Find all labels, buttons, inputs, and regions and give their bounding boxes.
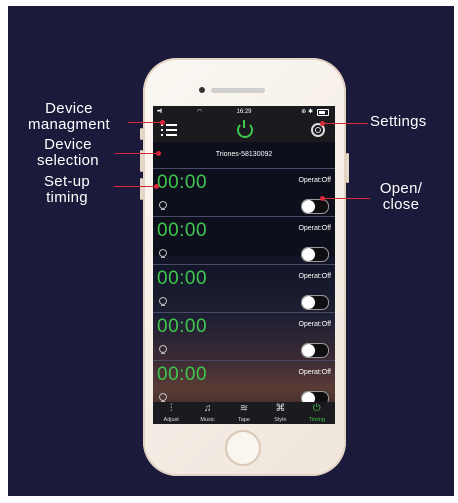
mute-switch (140, 128, 143, 140)
timer-row[interactable]: 00:00 Operat:Off (153, 360, 335, 408)
label-line: timing (46, 189, 88, 206)
label-line: Open/ (379, 180, 423, 197)
open-close-toggle[interactable] (301, 343, 329, 358)
timer-operation: Operat:Off (298, 273, 331, 280)
style-icon: ⌘ (275, 403, 286, 414)
battery-icon (317, 109, 329, 116)
label-line: managment (28, 116, 110, 133)
tab-adjust[interactable]: ⫶ Adjust (153, 402, 189, 424)
tab-style[interactable]: ⌘ Style (262, 402, 298, 424)
toggle-knob (302, 344, 315, 357)
tab-label: Tape (238, 417, 250, 423)
open-close-toggle[interactable] (301, 295, 329, 310)
timer-operation: Operat:Off (298, 369, 331, 376)
toggle-knob (302, 200, 315, 213)
bulb-icon (159, 249, 167, 259)
power-icon[interactable] (237, 120, 253, 138)
status-bar: •••ll ◠ 16:29 ⊕ ✱ (153, 106, 335, 118)
device-management-label: Device managment (8, 101, 130, 133)
timer-row[interactable]: 00:00 Operat:Off (153, 216, 335, 264)
front-camera (199, 87, 205, 93)
background-panel: •••ll ◠ 16:29 ⊕ ✱ Triones-58130092 00:00… (8, 6, 454, 496)
device-name: Triones-58130092 (215, 151, 273, 158)
pointer-line (128, 122, 164, 123)
pointer-dot (160, 120, 165, 125)
volume-down-button (140, 178, 143, 200)
label-line: Device (44, 136, 92, 153)
device-selection-label: Device selection (18, 137, 118, 169)
pointer-dot (156, 151, 161, 156)
toggle-knob (302, 248, 315, 261)
timer-operation: Operat:Off (298, 177, 331, 184)
tape-icon: ≋ (239, 403, 249, 414)
music-icon: ♫ (203, 403, 212, 414)
label-line: Set-up (44, 173, 90, 190)
open-close-toggle[interactable] (301, 247, 329, 262)
timer-row[interactable]: 00:00 Operat:Off (153, 168, 335, 216)
bulb-icon (159, 201, 167, 211)
timer-time[interactable]: 00:00 (157, 316, 207, 338)
toggle-knob (302, 296, 315, 309)
timer-time[interactable]: 00:00 (157, 220, 207, 242)
pointer-dot (320, 196, 325, 201)
pointer-line (324, 198, 370, 199)
power-side-button (346, 153, 349, 183)
pointer-line (114, 186, 156, 187)
tab-label: Adjust (163, 417, 179, 423)
earpiece-speaker (211, 88, 265, 93)
tab-music[interactable]: ♫ Music (190, 402, 226, 424)
label-line: selection (37, 152, 99, 169)
bluetooth-icon: ⊕ ✱ (301, 109, 313, 115)
open-close-label: Open/ close (370, 181, 432, 213)
label-line: Device (45, 100, 93, 117)
app-toolbar (153, 118, 335, 142)
bulb-icon (159, 297, 167, 307)
open-close-toggle[interactable] (301, 199, 329, 214)
tab-label: Style (274, 417, 287, 423)
timer-time[interactable]: 00:00 (157, 172, 207, 194)
timing-icon: ⏻ (312, 403, 321, 414)
tab-label: Music (200, 417, 215, 423)
pointer-line (324, 123, 368, 124)
home-button[interactable] (225, 430, 261, 466)
device-management-icon[interactable] (161, 123, 177, 137)
timer-time[interactable]: 00:00 (157, 364, 207, 386)
bulb-icon (159, 345, 167, 355)
timer-row[interactable]: 00:00 Operat:Off (153, 264, 335, 312)
pointer-dot (320, 121, 325, 126)
pointer-dot (154, 184, 159, 189)
setup-timing-label: Set-up timing (22, 174, 112, 206)
bottom-tab-bar: ⫶ Adjust ♫ Music ≋ Tape ⌘ Style ⏻ Timing (153, 402, 335, 424)
timer-row[interactable]: 00:00 Operat:Off (153, 312, 335, 360)
app-screen: •••ll ◠ 16:29 ⊕ ✱ Triones-58130092 00:00… (153, 106, 335, 424)
tab-timing[interactable]: ⏻ Timing (299, 402, 335, 424)
timer-operation: Operat:Off (298, 321, 331, 328)
timer-operation: Operat:Off (298, 225, 331, 232)
timer-list: 00:00 Operat:Off 00:00 Operat:Off 00:00 … (153, 168, 335, 408)
tab-tape[interactable]: ≋ Tape (226, 402, 262, 424)
tab-label: Timing (308, 417, 325, 423)
pointer-line (115, 153, 159, 154)
timer-time[interactable]: 00:00 (157, 268, 207, 290)
settings-label: Settings (370, 113, 427, 130)
label-line: close (382, 196, 420, 213)
adjust-icon: ⫶ (169, 403, 173, 414)
device-selection[interactable]: Triones-58130092 (153, 142, 335, 168)
